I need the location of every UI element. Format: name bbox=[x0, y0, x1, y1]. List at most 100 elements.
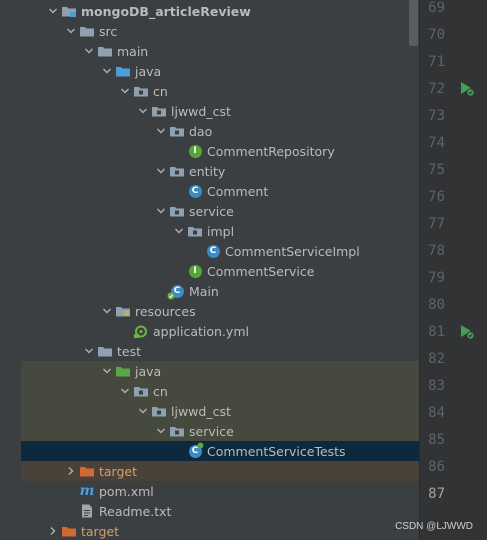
chevron-down-icon[interactable] bbox=[117, 83, 133, 99]
package-icon bbox=[133, 83, 149, 99]
tree-item-project-root[interactable]: mongoDB_articleReview bbox=[21, 1, 419, 21]
tree-item-test-service[interactable]: service bbox=[21, 421, 419, 441]
tree-item-label: CommentRepository bbox=[207, 143, 335, 159]
chevron-down-icon[interactable] bbox=[81, 43, 97, 59]
chevron-down-icon[interactable] bbox=[153, 163, 169, 179]
tree-item-label: cn bbox=[153, 383, 168, 399]
tree-item-inner-target[interactable]: target bbox=[21, 461, 419, 481]
chevron-down-icon[interactable] bbox=[153, 123, 169, 139]
tree-item-test-java[interactable]: java bbox=[21, 361, 419, 381]
line-number: 86 bbox=[428, 459, 445, 475]
tree-item-comment-service[interactable]: I CommentService bbox=[21, 261, 419, 281]
chevron-down-icon[interactable] bbox=[63, 23, 79, 39]
tree-item-main-ljwwd-cst[interactable]: ljwwd_cst bbox=[21, 101, 419, 121]
line-number: 77 bbox=[428, 216, 445, 232]
chevron-down-icon[interactable] bbox=[99, 303, 115, 319]
tree-item-label: CommentServiceImpl bbox=[225, 243, 360, 259]
tree-item-label: java bbox=[135, 363, 162, 379]
chevron-right-icon[interactable] bbox=[63, 463, 79, 479]
chevron-down-icon[interactable] bbox=[153, 203, 169, 219]
tree-item-label: entity bbox=[189, 163, 226, 179]
editor-gutter: 69 70 71 72 73 74 75 76 77 78 79 80 81 82 83 84 85 86 87 bbox=[419, 0, 487, 540]
tree-item-label: CommentServiceTests bbox=[207, 443, 346, 459]
tree-item-label: impl bbox=[207, 223, 235, 239]
line-number: 84 bbox=[428, 405, 445, 421]
tree-item-main-cn[interactable]: cn bbox=[21, 81, 419, 101]
run-test-icon[interactable] bbox=[458, 80, 476, 98]
tree-item-comment-service-tests[interactable]: C CommentServiceTests bbox=[21, 441, 419, 461]
folder-icon bbox=[97, 343, 113, 359]
tree-item-main-class[interactable]: C Main bbox=[21, 281, 419, 301]
tree-item-test[interactable]: test bbox=[21, 341, 419, 361]
tree-item-comment-service-impl[interactable]: C CommentServiceImpl bbox=[21, 241, 419, 261]
tree-item-readme[interactable]: Readme.txt bbox=[21, 501, 419, 521]
chevron-down-icon[interactable] bbox=[153, 423, 169, 439]
chevron-down-icon[interactable] bbox=[81, 343, 97, 359]
line-number: 73 bbox=[428, 108, 445, 124]
line-number: 83 bbox=[428, 378, 445, 394]
class-icon: C bbox=[187, 183, 203, 199]
tree-item-src[interactable]: src bbox=[21, 21, 419, 41]
tree-item-dao[interactable]: dao bbox=[21, 121, 419, 141]
tree-item-pom-xml[interactable]: m pom.xml bbox=[21, 481, 419, 501]
run-test-icon[interactable] bbox=[458, 323, 476, 341]
tree-item-service[interactable]: service bbox=[21, 201, 419, 221]
tree-item-label: java bbox=[135, 63, 162, 79]
tree-item-label: ljwwd_cst bbox=[171, 103, 231, 119]
tree-item-label: target bbox=[99, 463, 138, 479]
tree-item-comment[interactable]: C Comment bbox=[21, 181, 419, 201]
class-icon: C bbox=[205, 243, 221, 259]
tree-item-label: application.yml bbox=[153, 323, 249, 339]
tree-item-application-yml[interactable]: application.yml bbox=[21, 321, 419, 341]
tree-item-target[interactable]: target bbox=[21, 521, 419, 540]
chevron-right-icon[interactable] bbox=[45, 523, 61, 539]
package-icon bbox=[169, 163, 185, 179]
chevron-down-icon[interactable] bbox=[171, 223, 187, 239]
tree-item-comment-repository[interactable]: I CommentRepository bbox=[21, 141, 419, 161]
chevron-down-icon[interactable] bbox=[117, 383, 133, 399]
chevron-down-icon[interactable] bbox=[45, 3, 61, 19]
tree-item-main-java[interactable]: java bbox=[21, 61, 419, 81]
line-number: 76 bbox=[428, 189, 445, 205]
source-folder-icon bbox=[115, 63, 131, 79]
interface-icon: I bbox=[187, 263, 203, 279]
line-number: 69 bbox=[428, 0, 445, 16]
module-folder-icon bbox=[61, 3, 77, 19]
test-class-icon: C bbox=[187, 442, 204, 459]
package-icon bbox=[133, 383, 149, 399]
line-number: 81 bbox=[428, 324, 445, 340]
line-number: 75 bbox=[428, 162, 445, 178]
tree-item-label: dao bbox=[189, 123, 213, 139]
chevron-down-icon[interactable] bbox=[99, 63, 115, 79]
tree-item-label: Readme.txt bbox=[99, 503, 172, 519]
tree-item-entity[interactable]: entity bbox=[21, 161, 419, 181]
maven-icon: m bbox=[79, 483, 95, 499]
tree-item-impl[interactable]: impl bbox=[21, 221, 419, 241]
chevron-down-icon[interactable] bbox=[99, 363, 115, 379]
line-number: 74 bbox=[428, 135, 445, 151]
tree-item-resources[interactable]: resources bbox=[21, 301, 419, 321]
tree-item-label: main bbox=[117, 43, 149, 59]
tree-item-test-cn[interactable]: cn bbox=[21, 381, 419, 401]
tree-item-label: service bbox=[189, 203, 234, 219]
tree-item-test-ljwwd-cst[interactable]: ljwwd_cst bbox=[21, 401, 419, 421]
tree-item-label: mongoDB_articleReview bbox=[81, 3, 251, 19]
package-icon bbox=[169, 203, 185, 219]
watermark: CSDN @LJWWD bbox=[395, 521, 473, 532]
chevron-down-icon[interactable] bbox=[135, 403, 151, 419]
line-number: 79 bbox=[428, 270, 445, 286]
tree-scrollbar[interactable] bbox=[409, 0, 418, 46]
interface-icon: I bbox=[187, 143, 203, 159]
project-tree: mongoDB_articleReviewsrc main java cn ljwwd_… bbox=[21, 0, 419, 540]
tree-item-main[interactable]: main bbox=[21, 41, 419, 61]
line-number: 85 bbox=[428, 432, 445, 448]
line-number: 72 bbox=[428, 81, 445, 97]
chevron-down-icon[interactable] bbox=[135, 103, 151, 119]
excluded-folder-icon bbox=[79, 463, 95, 479]
